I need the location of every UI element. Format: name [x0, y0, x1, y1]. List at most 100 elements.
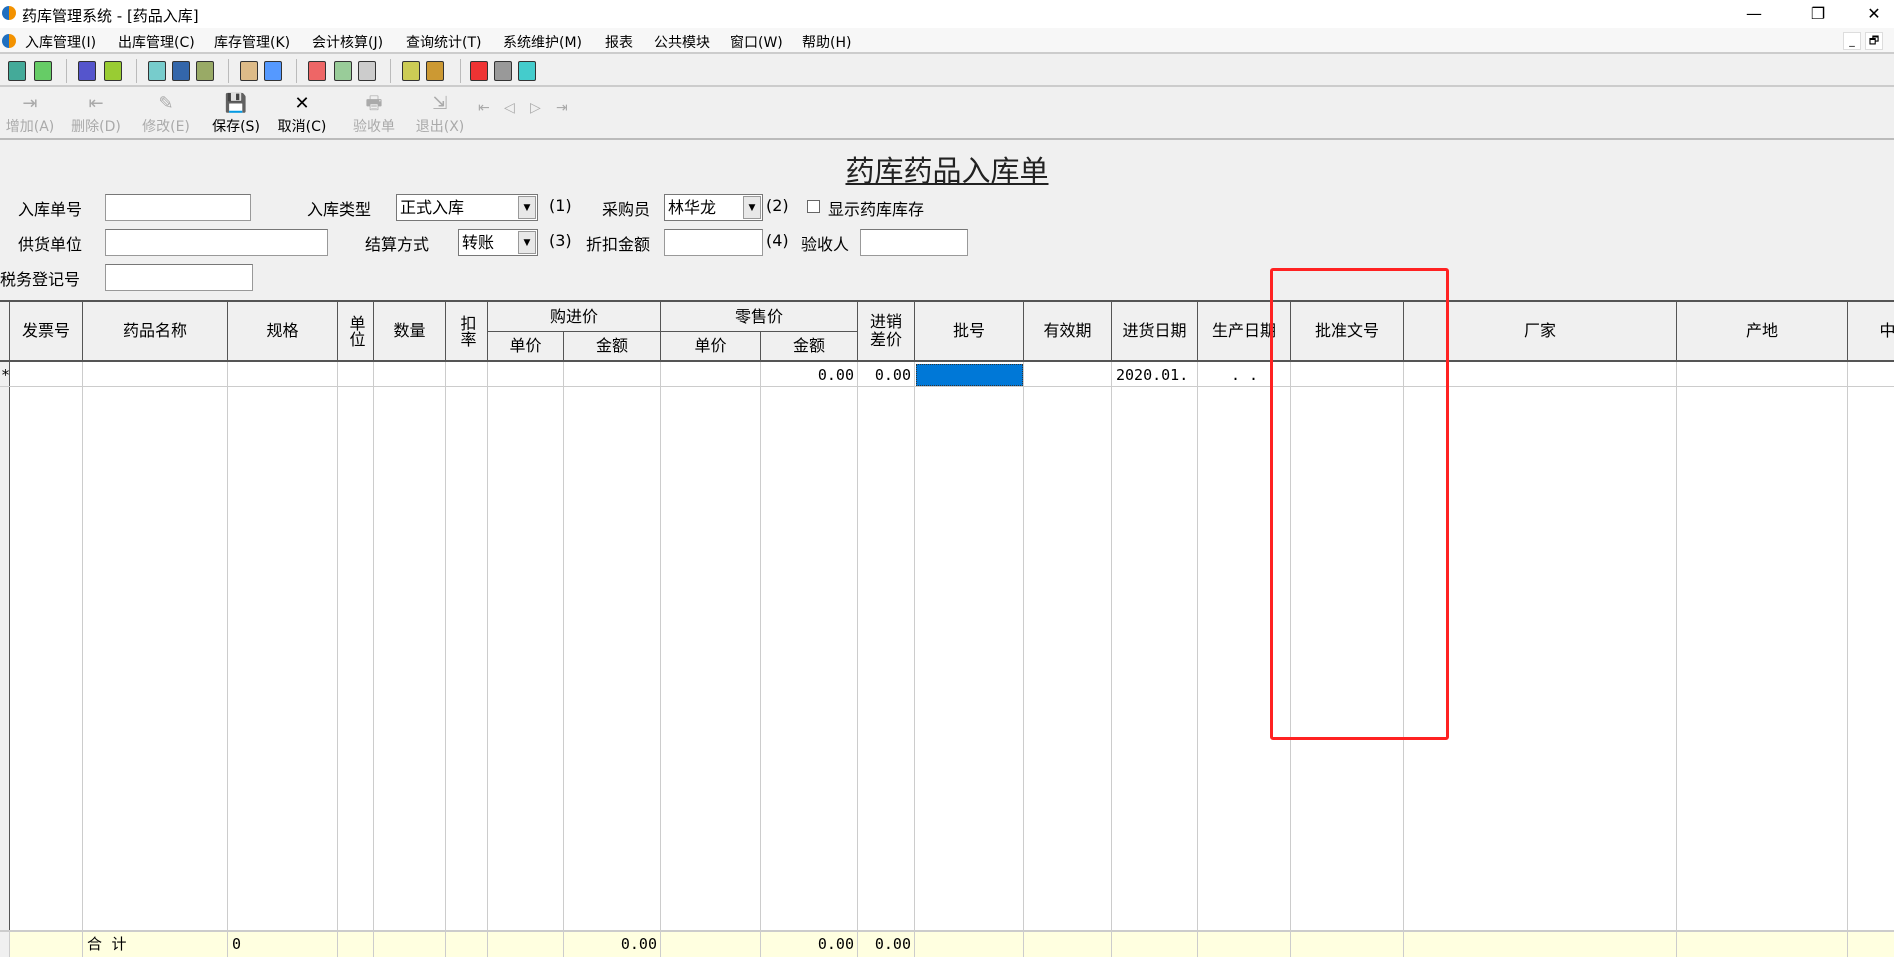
column-divider — [445, 932, 446, 957]
next-record-button[interactable]: ▷ — [530, 100, 541, 116]
clipboard-icon[interactable] — [148, 61, 166, 81]
column-header[interactable]: 扣率 — [446, 302, 488, 362]
exit-button[interactable]: ⇲ 退出(X) — [410, 92, 470, 136]
column-header[interactable]: 药品名称 — [83, 302, 228, 362]
show-stock-label: 显示药库库存 — [828, 200, 925, 219]
search-doc-icon[interactable] — [334, 61, 352, 81]
table-icon[interactable] — [264, 61, 282, 81]
diff-cell[interactable]: 0.00 — [858, 364, 915, 386]
column-header[interactable]: 金额 — [564, 332, 661, 362]
add-button[interactable]: ⇥ 增加(A) — [0, 92, 60, 136]
column-divider — [1023, 932, 1024, 957]
buyer-select[interactable]: 林华龙 ▼ — [664, 194, 763, 221]
calendar-icon[interactable] — [172, 61, 190, 81]
first-record-button[interactable]: ⇤ — [478, 100, 490, 116]
chevron-down-icon[interactable]: ▼ — [518, 196, 536, 219]
column-divider — [1847, 932, 1848, 957]
restore-button[interactable]: ❐ — [1798, 2, 1838, 26]
settle-select[interactable]: 转账 ▼ — [458, 229, 538, 256]
column-header[interactable]: 有效期 — [1024, 302, 1112, 362]
menu-4[interactable]: 查询统计(T) — [406, 32, 481, 52]
delete-button[interactable]: ⇤ 删除(D) — [66, 92, 126, 136]
receipt-no-label: 入库单号 — [18, 200, 83, 219]
discount-input[interactable] — [664, 229, 763, 256]
column-header[interactable]: 进货日期 — [1112, 302, 1198, 362]
edit-button[interactable]: ✎ 修改(E) — [136, 92, 196, 136]
entry-grid[interactable]: 发票号 药品名称 规格 单位 数量 扣率 单价 金额 单价 金额 进销差价 批号 有效期 进货日期 生产日期… — [0, 300, 1894, 957]
receipt-no-input[interactable] — [105, 194, 251, 221]
last-record-button[interactable]: ⇥ — [556, 100, 568, 116]
hint-1: (1) — [549, 196, 572, 215]
column-header[interactable]: 中标价 — [1848, 302, 1894, 362]
inspector-input[interactable] — [860, 229, 968, 256]
import-icon[interactable] — [8, 61, 26, 81]
transfer-icon[interactable] — [78, 61, 96, 81]
exit-icon: ⇲ — [432, 93, 448, 114]
settle-label: 结算方式 — [365, 235, 430, 254]
toolbar-separator — [296, 59, 297, 83]
toolbar-label: 删除(D) — [71, 119, 121, 135]
toolbar-separator — [460, 59, 461, 83]
check-icon[interactable] — [104, 61, 122, 81]
tax-input[interactable] — [105, 264, 253, 291]
cancel-button[interactable]: ✕ 取消(C) — [272, 92, 332, 136]
menu-7[interactable]: 公共模块 — [654, 32, 710, 52]
batch-cell-selected[interactable] — [916, 364, 1023, 386]
column-header[interactable]: 批号 — [915, 302, 1024, 362]
shape-icon[interactable] — [494, 61, 512, 81]
mdi-minimize-button[interactable]: _ — [1843, 32, 1861, 50]
show-stock-checkbox[interactable] — [807, 200, 820, 213]
column-divider — [1676, 932, 1677, 957]
column-header[interactable]: 数量 — [374, 302, 446, 362]
toolbar-label: 保存(S) — [212, 119, 260, 135]
row-header-corner — [0, 302, 10, 362]
menu-1[interactable]: 出库管理(C) — [118, 32, 195, 52]
print-button[interactable]: 🖶 验收单 — [344, 92, 404, 136]
chevron-down-icon[interactable]: ▼ — [518, 231, 536, 254]
menu-6[interactable]: 报表 — [605, 32, 633, 52]
menu-8[interactable]: 窗口(W) — [730, 32, 783, 52]
column-header[interactable]: 发票号 — [10, 302, 83, 362]
menu-9[interactable]: 帮助(H) — [802, 32, 851, 52]
column-header[interactable]: 进销差价 — [858, 302, 915, 362]
close-button[interactable]: ✕ — [1854, 2, 1894, 26]
medical-icon[interactable] — [308, 61, 326, 81]
menu-2[interactable]: 库存管理(K) — [214, 32, 290, 52]
column-header[interactable]: 单位 — [338, 302, 374, 362]
menu-5[interactable]: 系统维护(M) — [503, 32, 582, 52]
column-header[interactable]: 单价 — [661, 332, 761, 362]
save-icon: 💾 — [224, 93, 248, 114]
column-header[interactable]: 产地 — [1677, 302, 1848, 362]
date-in-cell[interactable]: 2020.01. — [1112, 364, 1192, 386]
supplier-input[interactable] — [105, 229, 328, 256]
inspector-label: 验收人 — [801, 235, 850, 254]
column-header[interactable]: 金额 — [761, 332, 858, 362]
retail-amount-cell[interactable]: 0.00 — [761, 364, 858, 386]
verify-icon[interactable] — [34, 61, 52, 81]
report-icon[interactable] — [240, 61, 258, 81]
toolbar-separator — [136, 59, 137, 83]
chevron-down-icon[interactable]: ▼ — [743, 196, 761, 219]
column-divider — [760, 362, 761, 930]
column-divider — [1111, 932, 1112, 957]
prev-record-button[interactable]: ◁ — [504, 100, 515, 116]
column-group-header: 购进价 — [488, 302, 661, 332]
exit-app-icon[interactable] — [518, 61, 536, 81]
mdi-restore-button[interactable]: 🗗 — [1865, 32, 1883, 50]
calculator-icon[interactable] — [196, 61, 214, 81]
minimize-button[interactable]: — — [1734, 2, 1774, 26]
menu-0[interactable]: 入库管理(I) — [25, 32, 96, 52]
save-button[interactable]: 💾 保存(S) — [206, 92, 266, 136]
stop-icon[interactable] — [470, 61, 488, 81]
menu-3[interactable]: 会计核算(J) — [312, 32, 383, 52]
key-icon[interactable] — [426, 61, 444, 81]
toolbar-label: 增加(A) — [5, 119, 55, 135]
column-header[interactable]: 规格 — [228, 302, 338, 362]
magnifier-icon[interactable] — [358, 61, 376, 81]
column-divider — [373, 932, 374, 957]
folder-icon[interactable] — [402, 61, 420, 81]
column-header[interactable]: 单价 — [488, 332, 564, 362]
type-value: 正式入库 — [400, 198, 465, 217]
total-buy-amount: 0.00 — [620, 935, 657, 953]
type-select[interactable]: 正式入库 ▼ — [396, 194, 538, 221]
